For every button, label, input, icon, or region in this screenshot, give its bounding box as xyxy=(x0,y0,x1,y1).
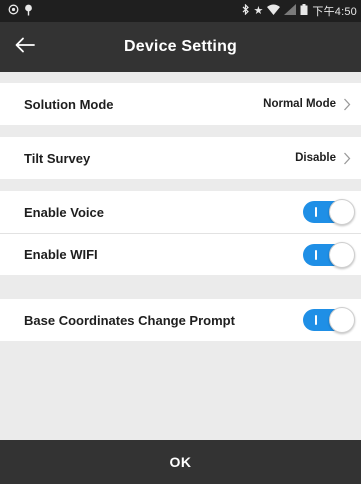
ok-button[interactable]: OK xyxy=(0,440,361,484)
toggle-knob xyxy=(329,241,355,268)
toggle-knob xyxy=(329,307,355,333)
arrow-left-icon xyxy=(15,37,35,58)
signal-icon xyxy=(267,4,281,18)
status-right-icons: ★ 下午4:50 xyxy=(242,3,357,19)
section-voice-wifi: Enable Voice Enable WIFI xyxy=(0,191,361,275)
app-bar: Device Setting xyxy=(0,22,361,72)
camera-icon xyxy=(8,4,19,18)
section-tilt-survey: Tilt Survey Disable xyxy=(0,137,361,179)
star-icon: ★ xyxy=(253,4,264,17)
enable-voice-toggle[interactable] xyxy=(303,199,355,225)
section-base-coordinates: Base Coordinates Change Prompt xyxy=(0,299,361,341)
page-title: Device Setting xyxy=(123,38,238,55)
chevron-right-icon xyxy=(342,97,351,111)
solution-mode-label: Solution Mode xyxy=(24,96,114,112)
enable-voice-row: Enable Voice xyxy=(0,191,361,233)
status-bar: ★ 下午4:50 xyxy=(0,0,361,22)
base-coordinates-prompt-row: Base Coordinates Change Prompt xyxy=(0,299,361,341)
tilt-survey-value: Disable xyxy=(295,152,336,164)
base-coordinates-prompt-label: Base Coordinates Change Prompt xyxy=(24,312,235,328)
bluetooth-icon xyxy=(242,3,250,18)
enable-wifi-row: Enable WIFI xyxy=(0,233,361,275)
solution-mode-value: Normal Mode xyxy=(263,98,336,110)
toggle-on-mark xyxy=(315,315,317,325)
solution-mode-row[interactable]: Solution Mode Normal Mode xyxy=(0,83,361,125)
toggle-knob xyxy=(329,199,355,225)
ok-button-label: OK xyxy=(169,454,192,470)
toggle-on-mark xyxy=(315,249,317,260)
enable-wifi-label: Enable WIFI xyxy=(24,247,98,262)
chevron-right-icon xyxy=(342,151,351,165)
tilt-survey-label: Tilt Survey xyxy=(24,150,91,166)
tilt-survey-row[interactable]: Tilt Survey Disable xyxy=(0,137,361,179)
device-setting-screen: ★ 下午4:50 Device Setting Solution Mode No… xyxy=(0,0,361,484)
no-signal-icon xyxy=(284,4,297,18)
enable-wifi-toggle[interactable] xyxy=(303,241,355,268)
status-left-icons xyxy=(8,4,33,19)
battery-icon xyxy=(300,4,308,18)
location-pin-icon xyxy=(24,4,33,19)
status-time: 下午4:50 xyxy=(312,6,357,18)
enable-voice-label: Enable Voice xyxy=(24,204,104,220)
toggle-on-mark xyxy=(315,207,317,217)
back-button[interactable] xyxy=(6,29,44,65)
base-coordinates-prompt-toggle[interactable] xyxy=(303,307,355,333)
section-solution-mode: Solution Mode Normal Mode xyxy=(0,83,361,125)
